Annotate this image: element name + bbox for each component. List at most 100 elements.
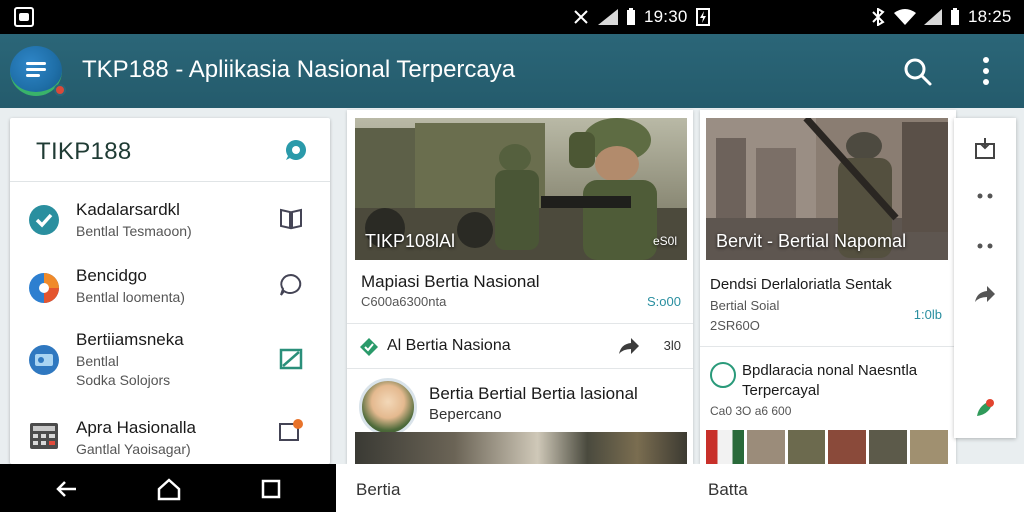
notification-icon (14, 7, 34, 27)
bluetooth-icon (872, 8, 885, 26)
notification-badge-icon[interactable] (278, 418, 304, 444)
color-wheel-icon (29, 273, 59, 303)
sidebar-item-3[interactable]: Bertiiamsneka Bentlal Sodka Solojors (10, 324, 330, 408)
leaf-icon[interactable] (973, 396, 997, 420)
status-group-left: 19:30 (572, 0, 710, 34)
news-value: 1:0lb (913, 307, 942, 322)
navigation-bar (0, 464, 336, 512)
verified-chat-icon (29, 205, 59, 235)
news-meta: Bertial Soial (710, 298, 780, 313)
signal-icon (598, 9, 618, 25)
news-card-main[interactable]: TIKP108lAl eS0l Mapiasi Bertia Nasional … (347, 110, 693, 464)
sidebar-item-text: Bencidgo Bentlal loomenta) (76, 266, 185, 305)
image-caption: TIKP108lAl (365, 231, 456, 251)
sidebar-item-subtitle-2: Sodka Solojors (76, 372, 171, 388)
signal-icon (924, 9, 942, 25)
back-icon[interactable] (54, 476, 80, 502)
status-time-right: 18:25 (968, 7, 1012, 26)
image-strip[interactable] (355, 432, 687, 464)
avatar[interactable] (359, 378, 417, 436)
news-meta-2: 2SR60O (710, 318, 760, 333)
book-icon[interactable] (278, 206, 304, 232)
badge-icon (54, 84, 66, 96)
sidebar-item-title: Kadalarsardkl (76, 200, 180, 219)
menu-icon (26, 62, 46, 77)
sidebar-item-title: Bencidgo (76, 266, 147, 285)
calculator-icon (30, 423, 58, 449)
news-meta: C600a6300nta (361, 294, 447, 309)
thumbnail[interactable] (746, 430, 785, 464)
search-icon[interactable] (902, 56, 934, 88)
recents-icon[interactable] (258, 476, 284, 502)
news-headline[interactable]: Mapiasi Bertia Nasional (361, 272, 540, 292)
sidebar-item-2[interactable]: Bencidgo Bentlal loomenta) (10, 258, 330, 322)
news-image[interactable]: Bervit - Bertial Napomal (706, 118, 948, 260)
image-caption: Bervit - Bertial Napomal (716, 231, 907, 251)
share-count: 3l0 (663, 338, 681, 353)
sidebar-item-text: Kadalarsardkl Bentlal Tesmaoon) (76, 200, 192, 239)
sidebar-item-title: Apra Hasionalla (76, 418, 197, 437)
news-headline[interactable]: Dendsi Derlaloriatla Sentak (710, 276, 892, 293)
tab-right[interactable]: Batta (708, 480, 748, 500)
verified-icon (360, 338, 378, 356)
menu-button[interactable] (10, 46, 66, 96)
side-action-panel (954, 118, 1016, 438)
tab-left[interactable]: Bertia (356, 480, 400, 500)
sidebar-header: TIKP188 (10, 118, 330, 182)
image-strip[interactable] (706, 430, 948, 464)
mute-icon (574, 10, 588, 24)
article-title[interactable]: Bertia Bertial Bertia lasional (429, 384, 638, 404)
bottom-tabs: Bertia Batta (336, 464, 1024, 512)
share-icon[interactable] (617, 336, 641, 356)
sidebar-item-text: Bertiiamsneka Bentlal Sodka Solojors (76, 330, 184, 388)
more-vert-icon[interactable] (972, 54, 1000, 88)
more-horiz-icon[interactable] (973, 184, 997, 208)
sidebar-item-subtitle: Gantlal Yaoisagar) (76, 441, 191, 457)
more-horiz-icon[interactable] (973, 234, 997, 258)
card-icon (29, 345, 59, 375)
battery-icon (951, 8, 959, 25)
page-title: TKP188 - Apliikasia Nasional Terpercaya (82, 56, 516, 83)
sidebar: TIKP188 Kadalarsardkl Bentlal Tesmaoon) … (10, 118, 330, 464)
app-bar: TKP188 - Apliikasia Nasional Terpercaya (0, 34, 1024, 108)
sidebar-title: TIKP188 (36, 138, 132, 165)
inbox-icon[interactable] (973, 136, 997, 160)
chat-bubble-icon[interactable] (278, 272, 304, 298)
news-action-row[interactable]: Al Bertia Nasiona 3l0 (359, 334, 681, 360)
item-meta: Ca0 3O a6 600 (710, 404, 792, 418)
thumbnail[interactable] (869, 430, 908, 464)
app-icon (710, 362, 736, 388)
item-title[interactable]: Bpdlaracia nonal Naesntla (742, 362, 917, 379)
sidebar-item-4[interactable]: Apra Hasionalla Gantlal Yaoisagar) (10, 410, 330, 464)
status-time-left: 19:30 (644, 7, 688, 26)
divider (700, 346, 956, 347)
divider (347, 323, 693, 324)
article-subtitle: Bepercano (429, 406, 502, 423)
news-value: S:o00 (647, 294, 681, 309)
status-bar: 19:30 18:25 (0, 0, 1024, 34)
divider (347, 368, 693, 369)
wifi-icon (894, 9, 916, 25)
share-icon[interactable] (973, 282, 997, 306)
sidebar-item-1[interactable]: Kadalarsardkl Bentlal Tesmaoon) (10, 192, 330, 256)
thumbnail[interactable] (910, 430, 948, 464)
news-card-secondary[interactable]: Bervit - Bertial Napomal Dendsi Derlalor… (700, 110, 956, 464)
status-group-right: 18:25 (870, 0, 1012, 34)
home-icon[interactable] (156, 476, 182, 502)
sidebar-item-text: Apra Hasionalla Gantlal Yaoisagar) (76, 418, 196, 457)
charging-icon (695, 8, 710, 26)
thumbnail[interactable] (828, 430, 867, 464)
sidebar-item-title: Bertiiamsneka (76, 330, 184, 349)
item-subtitle: Terpercayal (742, 382, 820, 399)
sidebar-item-subtitle: Bentlal loomenta) (76, 289, 185, 305)
row-label: Al Bertia Nasiona (387, 337, 511, 354)
battery-icon (627, 8, 635, 25)
thumbnail[interactable] (706, 430, 744, 464)
thumbnail[interactable] (787, 430, 826, 464)
chat-icon[interactable] (284, 138, 308, 162)
news-image[interactable]: TIKP108lAl eS0l (355, 118, 687, 260)
image-frame-icon[interactable] (278, 346, 304, 372)
sidebar-item-subtitle: Bentlal (76, 353, 119, 369)
image-tag: eS0l (652, 234, 677, 248)
sidebar-item-subtitle: Bentlal Tesmaoon) (76, 223, 192, 239)
